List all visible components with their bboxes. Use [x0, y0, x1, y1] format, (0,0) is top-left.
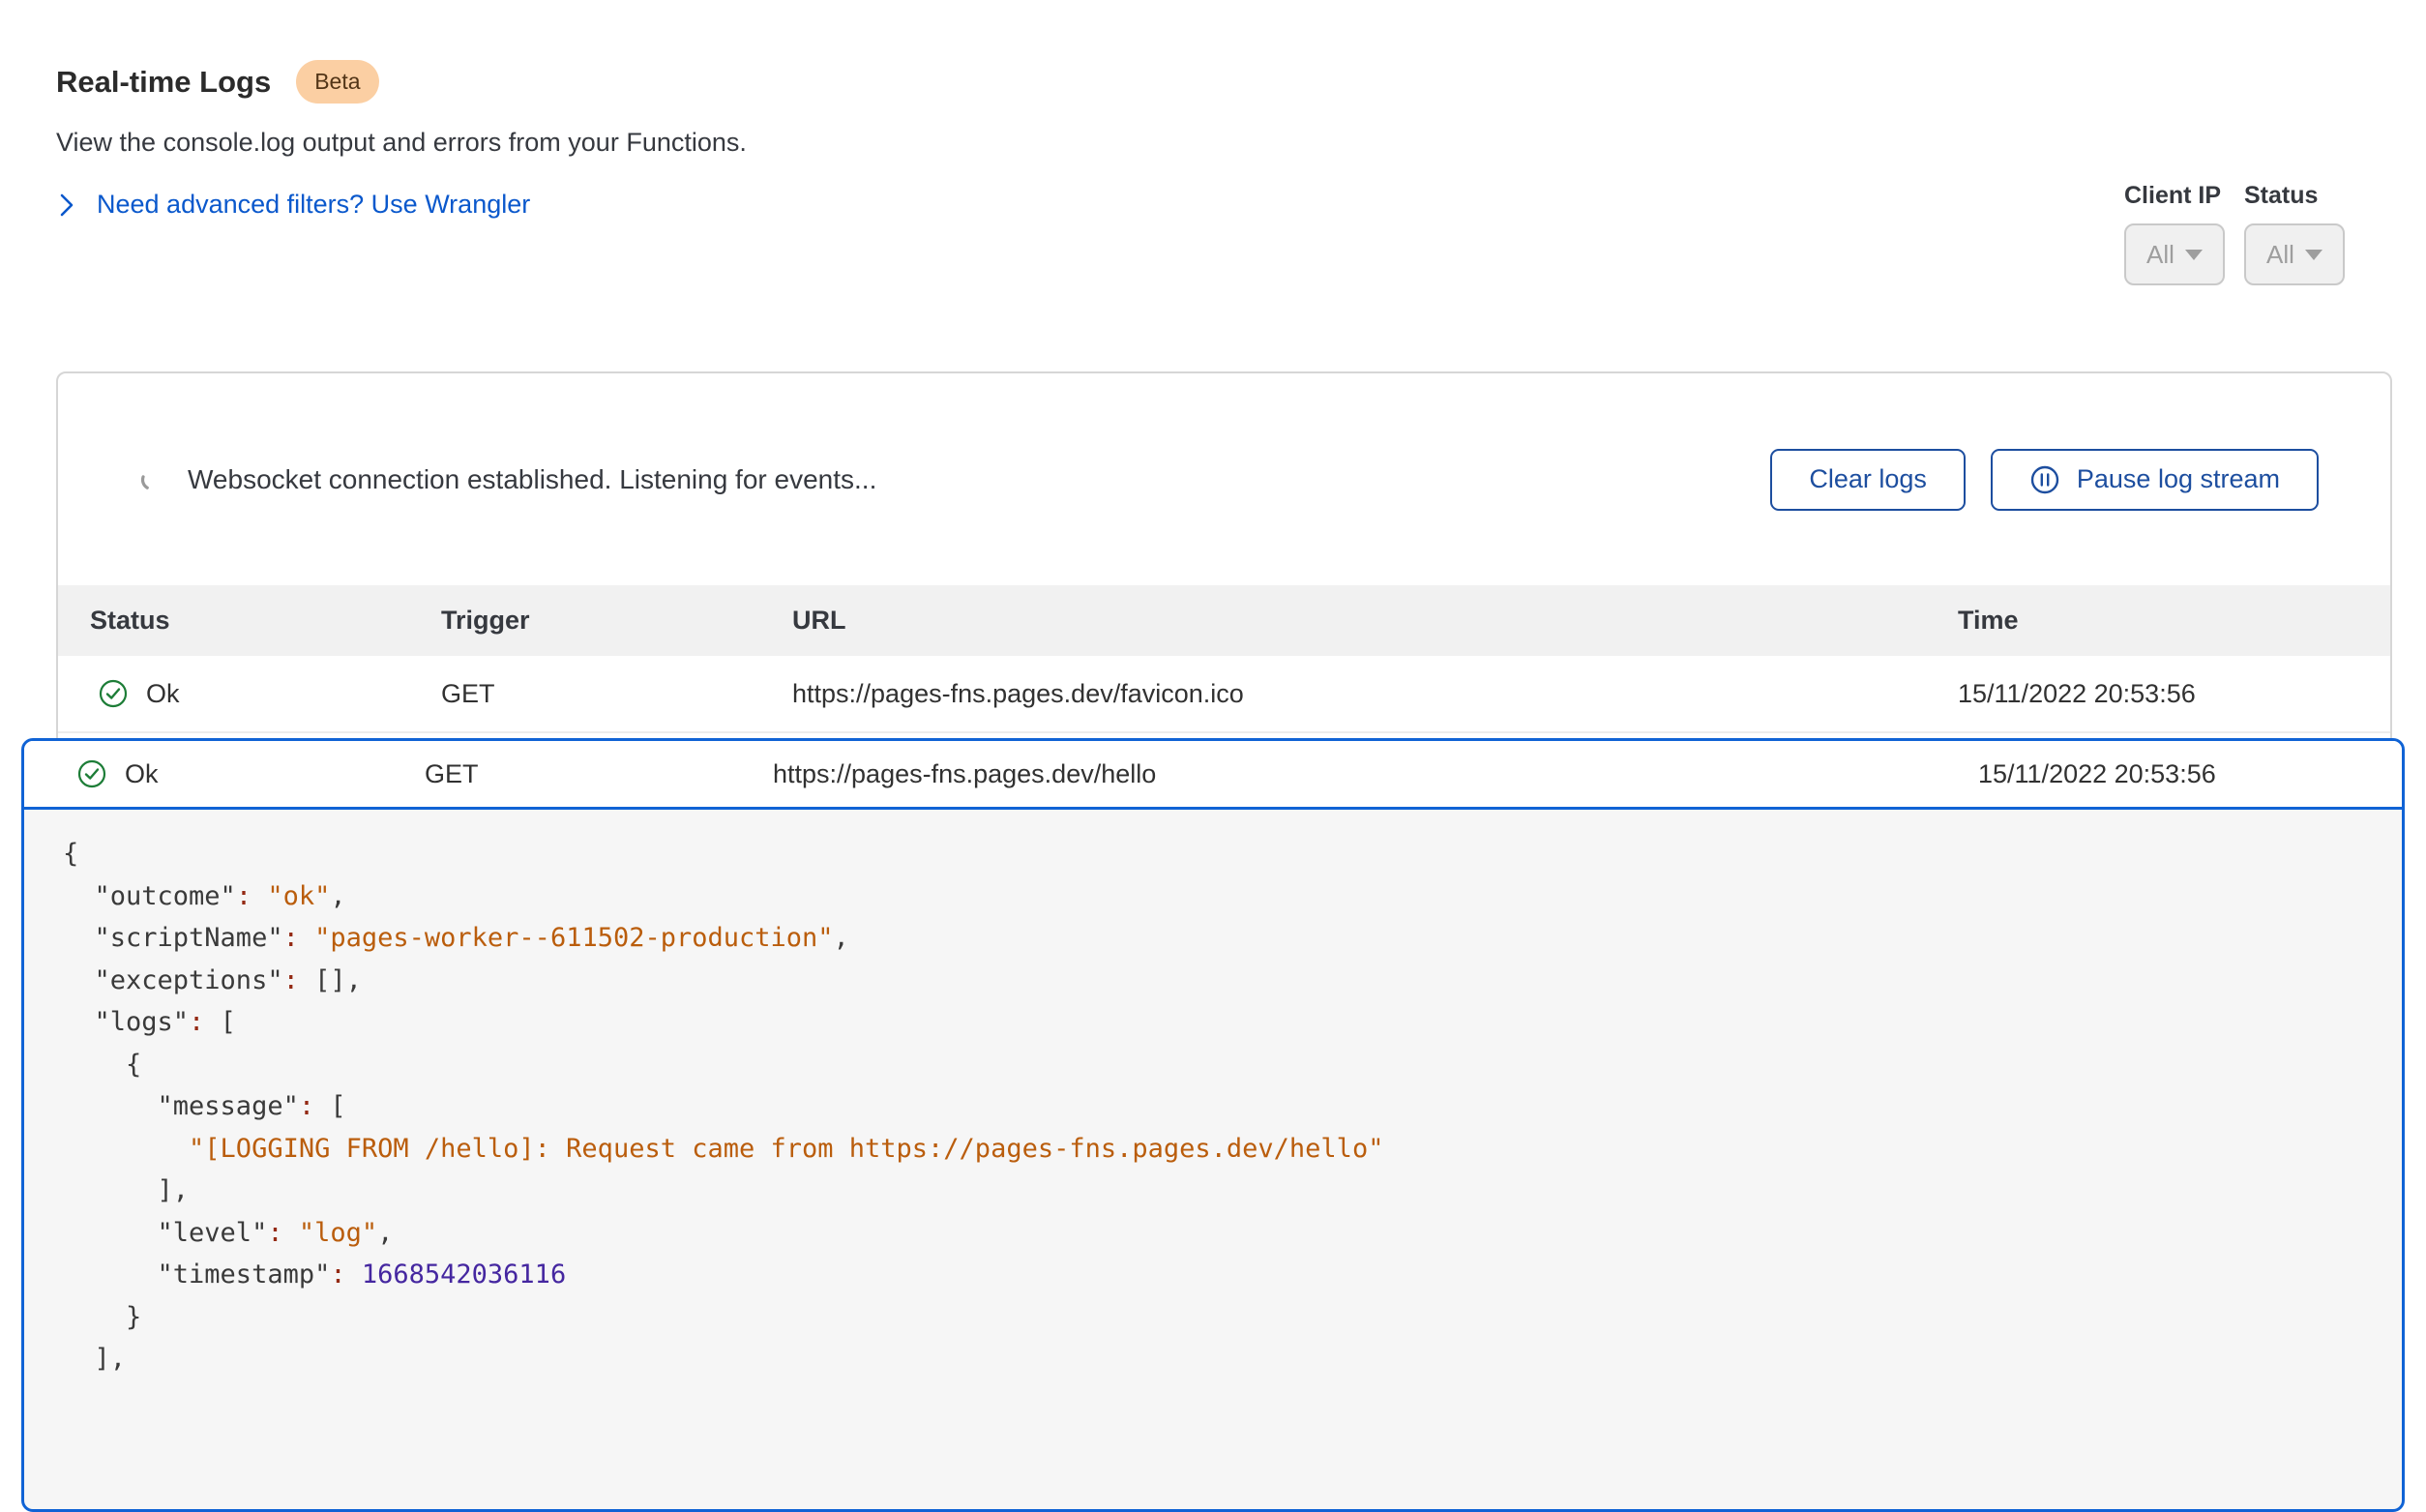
- url-cell: https://pages-fns.pages.dev/hello: [773, 759, 1951, 789]
- status-cell: Ok: [69, 758, 425, 789]
- log-filters: Client IP All Status All: [2124, 182, 2345, 285]
- url-cell: https://pages-fns.pages.dev/favicon.ico: [792, 679, 1958, 709]
- beta-badge: Beta: [296, 60, 378, 104]
- client-ip-filter-value: All: [2146, 240, 2175, 270]
- column-header-status: Status: [90, 606, 441, 636]
- status-label: Ok: [146, 679, 180, 709]
- websocket-status-message: Websocket connection established. Listen…: [188, 464, 876, 495]
- status-filter-group: Status All: [2244, 182, 2345, 285]
- time-cell: 15/11/2022 20:53:56: [1958, 679, 2390, 709]
- log-table-row[interactable]: Ok GET https://pages-fns.pages.dev/favic…: [58, 656, 2390, 733]
- page-title: Real-time Logs: [56, 65, 271, 100]
- trigger-cell: GET: [441, 679, 792, 709]
- status-filter-value: All: [2266, 240, 2294, 270]
- client-ip-filter-group: Client IP All: [2124, 182, 2225, 285]
- client-ip-filter-dropdown[interactable]: All: [2124, 223, 2225, 285]
- pause-log-stream-button-label: Pause log stream: [2077, 464, 2280, 494]
- check-circle-icon: [98, 678, 129, 709]
- spinner-icon: [139, 467, 164, 492]
- column-header-time: Time: [1958, 606, 2390, 636]
- trigger-cell: GET: [425, 759, 773, 789]
- pause-circle-icon: [2029, 464, 2060, 495]
- status-label: Ok: [125, 759, 159, 789]
- log-table-header: Status Trigger URL Time: [58, 585, 2390, 656]
- check-circle-icon: [76, 758, 107, 789]
- websocket-status: Websocket connection established. Listen…: [139, 464, 876, 495]
- wrangler-advanced-filters-link[interactable]: Need advanced filters? Use Wrangler: [56, 190, 530, 220]
- log-toolbar: Websocket connection established. Listen…: [58, 373, 2390, 585]
- caret-down-icon: [2185, 250, 2203, 260]
- caret-down-icon: [2305, 250, 2322, 260]
- wrangler-link-label: Need advanced filters? Use Wrangler: [97, 190, 530, 220]
- chevron-right-icon: [56, 191, 77, 220]
- log-table-row-selected[interactable]: Ok GET https://pages-fns.pages.dev/hello…: [24, 741, 2402, 810]
- column-header-trigger: Trigger: [441, 606, 792, 636]
- column-header-url: URL: [792, 606, 1958, 636]
- clear-logs-button[interactable]: Clear logs: [1770, 449, 1966, 511]
- clear-logs-button-label: Clear logs: [1809, 464, 1927, 494]
- page-subtitle: View the console.log output and errors f…: [56, 128, 747, 158]
- json-viewer: { "outcome": "ok", "scriptName": "pages-…: [24, 810, 2402, 1404]
- selected-log-entry: Ok GET https://pages-fns.pages.dev/hello…: [21, 738, 2405, 1512]
- status-filter-label: Status: [2244, 182, 2345, 210]
- toolbar-buttons: Clear logs Pause log stream: [1770, 449, 2319, 511]
- status-filter-dropdown[interactable]: All: [2244, 223, 2345, 285]
- status-cell: Ok: [90, 678, 441, 709]
- time-cell: 15/11/2022 20:53:56: [1951, 759, 2402, 789]
- page-header: Real-time Logs Beta: [56, 60, 379, 104]
- client-ip-filter-label: Client IP: [2124, 182, 2225, 210]
- pause-log-stream-button[interactable]: Pause log stream: [1991, 449, 2319, 511]
